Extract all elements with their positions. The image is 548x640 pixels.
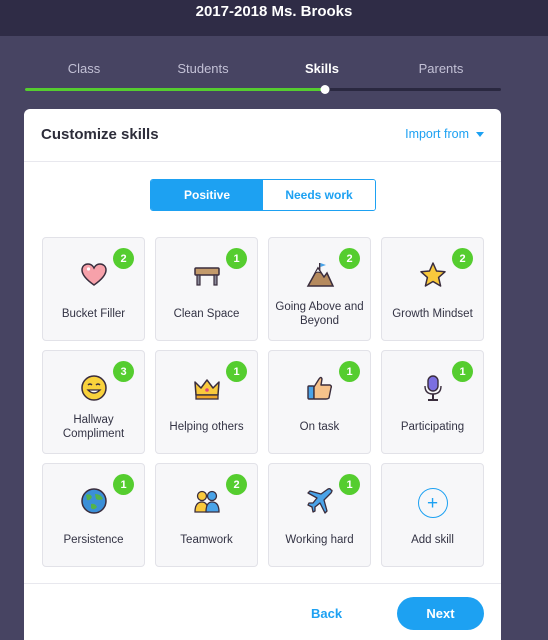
card-footer: Back Next [24,583,501,640]
next-button[interactable]: Next [397,597,484,630]
add-skill-tile[interactable]: + Add skill [381,463,484,567]
step-students[interactable]: Students [177,61,228,76]
skill-label: Persistence [63,534,124,546]
import-from-label: Import from [405,127,469,141]
points-badge: 2 [226,474,247,495]
card-header: Customize skills Import from [24,109,501,162]
customize-skills-card: Customize skills Import from Positive Ne… [24,109,501,640]
skill-label: Participating [400,421,465,433]
skill-tile-on-task[interactable]: On task 1 [268,350,371,454]
step-skills[interactable]: Skills [305,61,339,76]
points-badge: 2 [113,248,134,269]
skill-tile-teamwork[interactable]: Teamwork 2 [155,463,258,567]
skill-tile-clean-space[interactable]: Clean Space 1 [155,237,258,341]
progress-marker [320,85,330,94]
plus-icon: + [417,488,448,518]
skill-label: Working hard [285,534,354,546]
skill-label: On task [299,421,340,433]
team-icon [192,486,222,516]
skill-label: Bucket Filler [61,308,126,320]
points-badge: 1 [226,248,247,269]
card-title: Customize skills [41,126,159,143]
back-button[interactable]: Back [311,606,342,621]
app-header: 2017-2018 Ms. Brooks [0,0,548,36]
step-class[interactable]: Class [68,61,101,76]
import-from-button[interactable]: Import from [405,127,484,141]
skill-type-toggle: Positive Needs work [150,179,376,211]
mountain-icon [305,260,335,290]
desk-icon [192,260,222,290]
points-badge: 1 [339,361,360,382]
points-badge: 1 [452,361,473,382]
points-badge: 1 [113,474,134,495]
skill-tile-hallway-compliment[interactable]: Hallway Compliment 3 [42,350,145,454]
skill-tile-growth-mindset[interactable]: Growth Mindset 2 [381,237,484,341]
skill-tile-going-above[interactable]: Going Above and Beyond 2 [268,237,371,341]
progress-track [25,85,501,94]
caret-down-icon [476,132,484,137]
star-icon [418,260,448,290]
skill-label: Growth Mindset [392,308,473,320]
step-parents[interactable]: Parents [419,61,464,76]
progress-fill [25,88,325,91]
crown-icon [192,373,222,403]
skill-tile-working-hard[interactable]: Working hard 1 [268,463,371,567]
skill-label: Clean Space [173,308,240,320]
airplane-icon [305,486,335,516]
smiley-icon [79,373,109,403]
skill-tile-participating[interactable]: Participating 1 [381,350,484,454]
skill-label: Helping others [169,421,244,433]
skill-tile-bucket-filler[interactable]: Bucket Filler 2 [42,237,145,341]
globe-icon [79,486,109,516]
microphone-icon [418,373,448,403]
points-badge: 2 [452,248,473,269]
heart-icon [79,260,109,290]
thumbs-up-icon [305,373,335,403]
skill-label: Teamwork [180,534,233,546]
class-title: 2017-2018 Ms. Brooks [195,2,353,20]
skill-label: Hallway Compliment [62,414,125,440]
points-badge: 1 [226,361,247,382]
skill-label: Going Above and Beyond [275,301,364,327]
skill-tile-helping-others[interactable]: Helping others 1 [155,350,258,454]
points-badge: 1 [339,474,360,495]
add-skill-label: Add skill [411,534,454,546]
points-badge: 3 [113,361,134,382]
setup-steps: Class Students Skills Parents [25,55,501,95]
needs-work-tab[interactable]: Needs work [263,180,375,210]
skill-tile-persistence[interactable]: Persistence 1 [42,463,145,567]
positive-tab[interactable]: Positive [151,180,263,210]
skills-grid: Bucket Filler 2 Clean Space 1 Going Abov… [42,237,484,567]
points-badge: 2 [339,248,360,269]
